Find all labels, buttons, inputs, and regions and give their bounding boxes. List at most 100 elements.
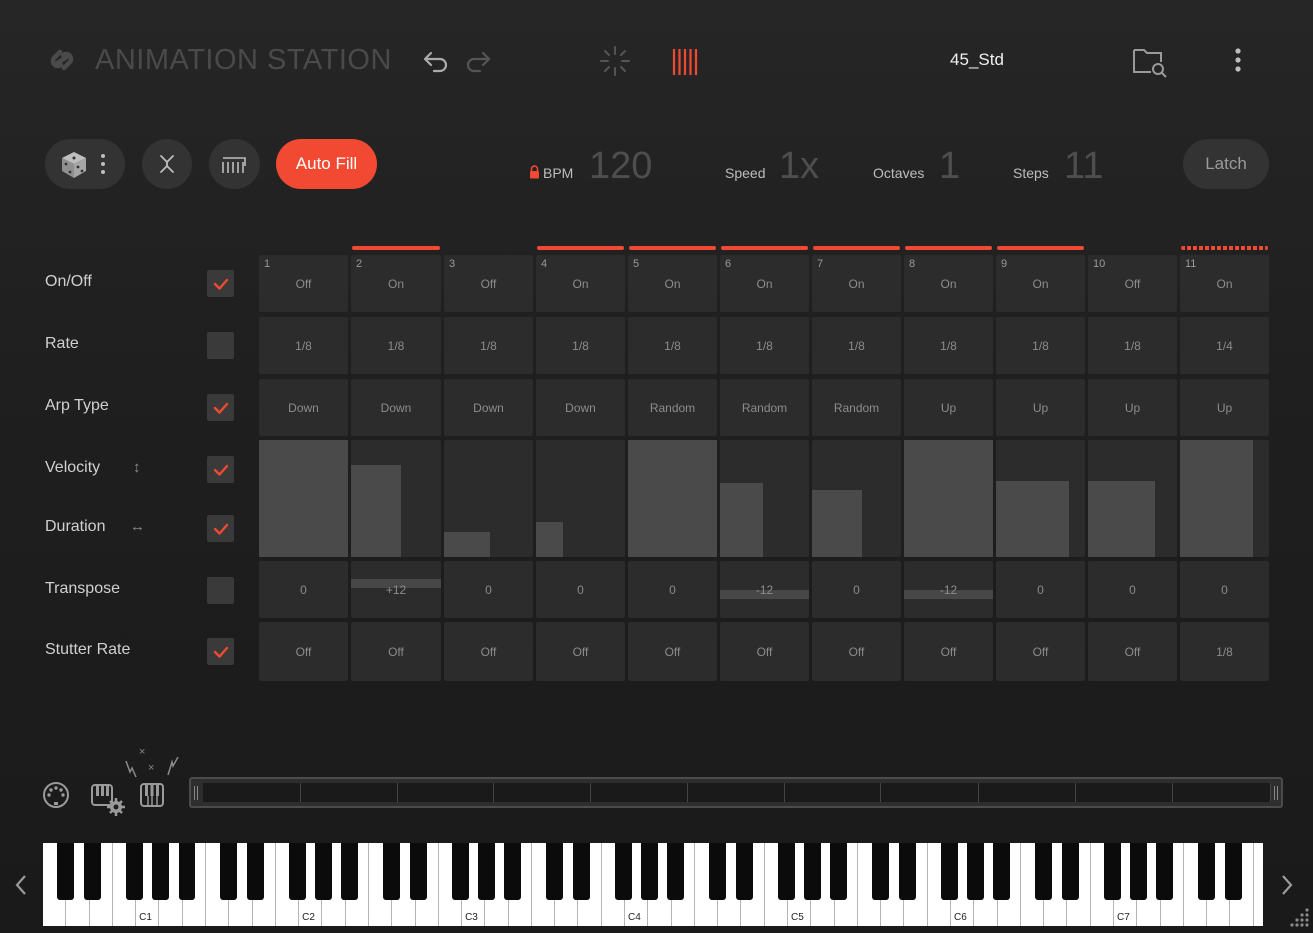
row-enable-checkbox[interactable] — [207, 270, 234, 297]
range-handle[interactable] — [1274, 786, 1278, 800]
velocity-duration-bar[interactable] — [628, 440, 717, 557]
step-stutter-rate-cell[interactable]: Off — [259, 622, 348, 681]
black-key[interactable] — [84, 843, 102, 900]
folder-search-icon[interactable] — [1131, 44, 1169, 78]
black-key[interactable] — [872, 843, 890, 900]
step-arp-type-cell[interactable]: Up — [1088, 379, 1177, 436]
step-stutter-rate-cell[interactable]: 1/8 — [1180, 622, 1269, 681]
black-key[interactable] — [830, 843, 848, 900]
black-key[interactable] — [993, 843, 1011, 900]
step-stutter-rate-cell[interactable]: Off — [1088, 622, 1177, 681]
step-rate-cell[interactable]: 1/8 — [904, 317, 993, 374]
step-velocity-cell[interactable] — [996, 440, 1085, 557]
velocity-duration-bar[interactable] — [812, 490, 862, 557]
black-key[interactable] — [247, 843, 265, 900]
chevron-right-icon[interactable] — [1276, 870, 1298, 900]
step-velocity-cell[interactable] — [904, 440, 993, 557]
step-rate-cell[interactable]: 1/8 — [444, 317, 533, 374]
black-key[interactable] — [941, 843, 958, 900]
step-onoff-cell[interactable]: 10 Off — [1088, 255, 1177, 312]
step-transpose-cell[interactable]: 0 — [1088, 561, 1177, 618]
step-transpose-cell[interactable]: 0 — [444, 561, 533, 618]
options-dots-icon[interactable] — [99, 153, 107, 175]
step-onoff-cell[interactable]: 8 On — [904, 255, 993, 312]
step-bars-icon[interactable] — [671, 47, 699, 77]
black-key[interactable] — [341, 843, 359, 900]
step-transpose-cell[interactable]: 0 — [259, 561, 348, 618]
step-rate-cell[interactable]: 1/8 — [812, 317, 901, 374]
step-rate-cell[interactable]: 1/8 — [996, 317, 1085, 374]
step-stutter-rate-cell[interactable]: Off — [904, 622, 993, 681]
randomize-button[interactable] — [45, 139, 125, 189]
black-key[interactable] — [736, 843, 754, 900]
black-key[interactable] — [410, 843, 428, 900]
black-key[interactable] — [573, 843, 591, 900]
step-stutter-rate-cell[interactable]: Off — [996, 622, 1085, 681]
steps-value[interactable]: 11 — [1064, 145, 1103, 188]
step-velocity-cell[interactable] — [444, 440, 533, 557]
step-rate-cell[interactable]: 1/4 — [1180, 317, 1269, 374]
more-menu-icon[interactable] — [1228, 46, 1248, 76]
step-onoff-cell[interactable]: 3 Off — [444, 255, 533, 312]
step-rate-cell[interactable]: 1/8 — [259, 317, 348, 374]
step-onoff-cell[interactable]: 4 On — [536, 255, 625, 312]
keyboard-settings-icon[interactable] — [90, 783, 126, 817]
step-transpose-cell[interactable]: +12 — [351, 561, 441, 618]
step-arp-type-cell[interactable]: Up — [1180, 379, 1269, 436]
redo-icon[interactable] — [464, 48, 492, 74]
step-stutter-rate-cell[interactable]: Off — [536, 622, 625, 681]
white-key[interactable] — [1253, 843, 1263, 926]
row-enable-checkbox[interactable] — [207, 456, 234, 483]
black-key[interactable] — [615, 843, 633, 900]
black-key[interactable] — [546, 843, 564, 900]
step-velocity-cell[interactable] — [536, 440, 625, 557]
velocity-duration-bar[interactable] — [259, 440, 348, 557]
step-stutter-rate-cell[interactable]: Off — [444, 622, 533, 681]
step-velocity-cell[interactable] — [351, 440, 441, 557]
black-key[interactable] — [1156, 843, 1174, 900]
velocity-duration-bar[interactable] — [720, 483, 763, 557]
step-rate-cell[interactable]: 1/8 — [628, 317, 717, 374]
velocity-duration-bar[interactable] — [904, 440, 993, 557]
row-enable-checkbox[interactable] — [207, 394, 234, 421]
black-key[interactable] — [1198, 843, 1216, 900]
step-arp-type-cell[interactable]: Random — [812, 379, 901, 436]
step-transpose-cell[interactable]: -12 — [904, 561, 993, 618]
step-arp-type-cell[interactable]: Random — [720, 379, 809, 436]
black-key[interactable] — [1035, 843, 1053, 900]
midi-icon[interactable] — [42, 781, 70, 809]
black-key[interactable] — [899, 843, 917, 900]
keyboard-icon[interactable] — [139, 782, 165, 808]
sparkle-icon[interactable] — [599, 45, 631, 77]
step-arp-type-cell[interactable]: Down — [536, 379, 625, 436]
black-key[interactable] — [967, 843, 985, 900]
step-onoff-cell[interactable]: 1 Off — [259, 255, 348, 312]
step-onoff-cell[interactable]: 5 On — [628, 255, 717, 312]
black-key[interactable] — [1130, 843, 1148, 900]
step-velocity-cell[interactable] — [628, 440, 717, 557]
row-enable-checkbox[interactable] — [207, 638, 234, 665]
step-stutter-rate-cell[interactable]: Off — [812, 622, 901, 681]
keyboard-range-bar[interactable] — [189, 777, 1283, 808]
black-key[interactable] — [778, 843, 795, 900]
step-velocity-cell[interactable] — [259, 440, 348, 557]
step-velocity-cell[interactable] — [720, 440, 809, 557]
preset-name[interactable]: 45_Std — [900, 50, 1054, 70]
bpm-value[interactable]: 120 — [589, 145, 652, 188]
black-key[interactable] — [152, 843, 170, 900]
step-transpose-cell[interactable]: 0 — [996, 561, 1085, 618]
octaves-value[interactable]: 1 — [939, 145, 960, 188]
step-arp-type-cell[interactable]: Up — [996, 379, 1085, 436]
undo-icon[interactable] — [422, 48, 450, 74]
velocity-duration-bar[interactable] — [444, 532, 490, 557]
black-key[interactable] — [57, 843, 75, 900]
step-transpose-cell[interactable]: -12 — [720, 561, 809, 618]
velocity-duration-bar[interactable] — [536, 522, 563, 557]
step-rate-cell[interactable]: 1/8 — [720, 317, 809, 374]
step-velocity-cell[interactable] — [812, 440, 901, 557]
piano-keyboard[interactable]: C1 C2 C3 C4 C5 C6 C7 — [43, 843, 1263, 926]
flip-button[interactable] — [142, 139, 192, 189]
step-transpose-cell[interactable]: 0 — [628, 561, 717, 618]
step-velocity-cell[interactable] — [1088, 440, 1177, 557]
step-arp-type-cell[interactable]: Down — [259, 379, 348, 436]
